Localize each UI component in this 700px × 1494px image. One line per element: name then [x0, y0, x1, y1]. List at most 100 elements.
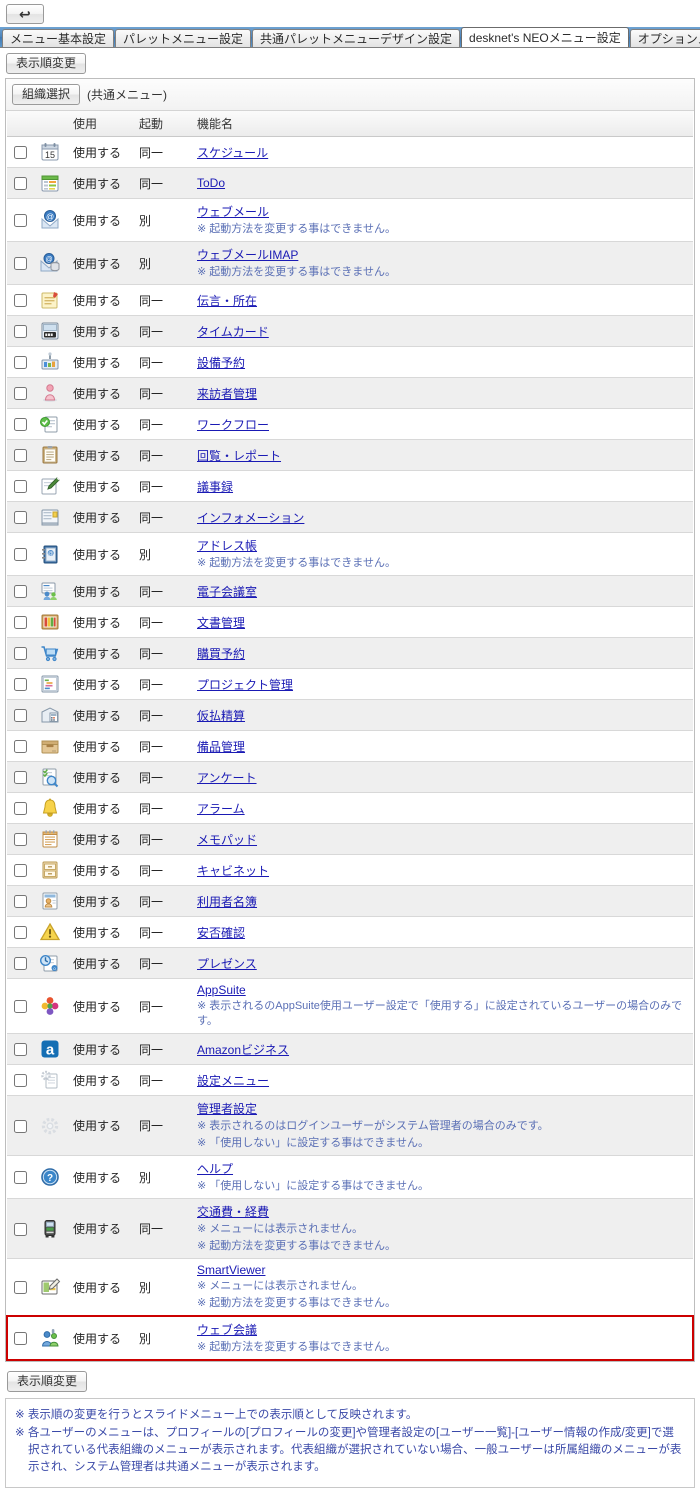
row-checkbox[interactable] — [14, 709, 27, 722]
row-checkbox-cell[interactable] — [7, 1156, 33, 1199]
row-checkbox-cell[interactable] — [7, 1199, 33, 1259]
table-row[interactable]: ?使用する別ヘルプ※ 「使用しない」に設定する事はできません。 — [7, 1156, 693, 1199]
function-link[interactable]: 文書管理 — [197, 616, 245, 630]
row-checkbox[interactable] — [14, 585, 27, 598]
table-row[interactable]: 使用する同一プロジェクト管理 — [7, 669, 693, 700]
table-row[interactable]: 使用する同一キャビネット — [7, 855, 693, 886]
table-row[interactable]: 使用する同一来訪者管理 — [7, 378, 693, 409]
row-checkbox[interactable] — [14, 548, 27, 561]
table-row[interactable]: a使用する同一Amazonビジネス — [7, 1034, 693, 1065]
tab-3[interactable]: desknet's NEOメニュー設定 — [461, 27, 629, 48]
function-link[interactable]: SmartViewer — [197, 1263, 265, 1277]
function-link[interactable]: 回覧・レポート — [197, 449, 281, 463]
row-checkbox[interactable] — [14, 1171, 27, 1184]
function-link[interactable]: ウェブ会議 — [197, 1323, 257, 1337]
table-row[interactable]: 使用する同一回覧・レポート — [7, 440, 693, 471]
row-checkbox[interactable] — [14, 647, 27, 660]
row-checkbox[interactable] — [14, 214, 27, 227]
row-checkbox[interactable] — [14, 678, 27, 691]
table-row[interactable]: 使用する同一電子会議室 — [7, 576, 693, 607]
row-checkbox[interactable] — [14, 1281, 27, 1294]
function-link[interactable]: インフォメーション — [197, 511, 304, 525]
row-checkbox-cell[interactable] — [7, 199, 33, 242]
function-link[interactable]: ToDo — [197, 176, 225, 190]
function-link[interactable]: 伝言・所在 — [197, 294, 257, 308]
tab-0[interactable]: メニュー基本設定 — [2, 29, 114, 48]
function-link[interactable]: 購買予約 — [197, 647, 245, 661]
row-checkbox[interactable] — [14, 771, 27, 784]
row-checkbox[interactable] — [14, 957, 27, 970]
function-link[interactable]: タイムカード — [197, 325, 269, 339]
table-row[interactable]: 使用する同一ワークフロー — [7, 409, 693, 440]
table-row[interactable]: 使用する同一文書管理 — [7, 607, 693, 638]
function-link[interactable]: 設定メニュー — [197, 1074, 269, 1088]
row-checkbox-cell[interactable] — [7, 1316, 33, 1360]
row-checkbox[interactable] — [14, 1120, 27, 1133]
row-checkbox[interactable] — [14, 418, 27, 431]
function-link[interactable]: プロジェクト管理 — [197, 678, 293, 692]
back-button[interactable]: ↩ — [6, 4, 44, 24]
row-checkbox[interactable] — [14, 387, 27, 400]
row-checkbox-cell[interactable] — [7, 607, 33, 638]
row-checkbox-cell[interactable] — [7, 948, 33, 979]
row-checkbox-cell[interactable] — [7, 731, 33, 762]
row-checkbox[interactable] — [14, 802, 27, 815]
table-row[interactable]: 使用する同一伝言・所在 — [7, 285, 693, 316]
row-checkbox-cell[interactable] — [7, 440, 33, 471]
table-row[interactable]: 使用する同一利用者名簿 — [7, 886, 693, 917]
row-checkbox-cell[interactable] — [7, 824, 33, 855]
row-checkbox-cell[interactable] — [7, 533, 33, 576]
row-checkbox-cell[interactable] — [7, 669, 33, 700]
tab-2[interactable]: 共通パレットメニューデザイン設定 — [252, 29, 460, 48]
row-checkbox[interactable] — [14, 356, 27, 369]
function-link[interactable]: 安否確認 — [197, 926, 245, 940]
row-checkbox[interactable] — [14, 480, 27, 493]
function-link[interactable]: アンケート — [197, 771, 257, 785]
table-row[interactable]: @使用する別ウェブメール※ 起動方法を変更する事はできません。 — [7, 199, 693, 242]
table-row[interactable]: 使用する同一AppSuite※ 表示されるのAppSuite使用ユーザー設定で「… — [7, 979, 693, 1034]
table-row[interactable]: 使用する同一タイムカード — [7, 316, 693, 347]
table-row[interactable]: 使用する同一ToDo — [7, 168, 693, 199]
function-link[interactable]: アドレス帳 — [197, 539, 257, 553]
function-link[interactable]: ウェブメール — [197, 205, 269, 219]
function-link[interactable]: スケジュール — [197, 146, 268, 160]
row-checkbox-cell[interactable] — [7, 502, 33, 533]
table-row[interactable]: o使用する同一プレゼンス — [7, 948, 693, 979]
table-row[interactable]: 使用する同一仮払精算 — [7, 700, 693, 731]
function-link[interactable]: プレゼンス — [197, 957, 257, 971]
table-row[interactable]: 使用する同一交通費・経費※ メニューには表示されません。※ 起動方法を変更する事… — [7, 1199, 693, 1259]
row-checkbox-cell[interactable] — [7, 137, 33, 168]
function-link[interactable]: 設備予約 — [197, 356, 245, 370]
function-link[interactable]: ワークフロー — [197, 418, 269, 432]
row-checkbox-cell[interactable] — [7, 855, 33, 886]
function-link[interactable]: キャビネット — [197, 864, 269, 878]
function-link[interactable]: ヘルプ — [197, 1162, 233, 1176]
table-row[interactable]: 使用する同一備品管理 — [7, 731, 693, 762]
row-checkbox-cell[interactable] — [7, 316, 33, 347]
row-checkbox[interactable] — [14, 1043, 27, 1056]
row-checkbox-cell[interactable] — [7, 700, 33, 731]
table-row[interactable]: 使用する別ウェブ会議※ 起動方法を変更する事はできません。 — [7, 1316, 693, 1360]
tab-4[interactable]: オプションメニュー設定 — [630, 29, 700, 48]
row-checkbox-cell[interactable] — [7, 378, 33, 409]
row-checkbox-cell[interactable] — [7, 1096, 33, 1156]
table-row[interactable]: 使用する同一アンケート — [7, 762, 693, 793]
row-checkbox[interactable] — [14, 1332, 27, 1345]
reorder-button-bottom[interactable]: 表示順変更 — [7, 1371, 87, 1392]
row-checkbox[interactable] — [14, 1000, 27, 1013]
function-link[interactable]: 来訪者管理 — [197, 387, 257, 401]
function-link[interactable]: メモパッド — [197, 833, 257, 847]
row-checkbox[interactable] — [14, 257, 27, 270]
row-checkbox-cell[interactable] — [7, 793, 33, 824]
row-checkbox[interactable] — [14, 616, 27, 629]
row-checkbox[interactable] — [14, 864, 27, 877]
table-row[interactable]: @使用する別ウェブメールIMAP※ 起動方法を変更する事はできません。 — [7, 242, 693, 285]
row-checkbox-cell[interactable] — [7, 576, 33, 607]
row-checkbox-cell[interactable] — [7, 242, 33, 285]
function-link[interactable]: 利用者名簿 — [197, 895, 257, 909]
row-checkbox[interactable] — [14, 833, 27, 846]
row-checkbox-cell[interactable] — [7, 1259, 33, 1317]
row-checkbox-cell[interactable] — [7, 979, 33, 1034]
row-checkbox[interactable] — [14, 1223, 27, 1236]
row-checkbox-cell[interactable] — [7, 638, 33, 669]
